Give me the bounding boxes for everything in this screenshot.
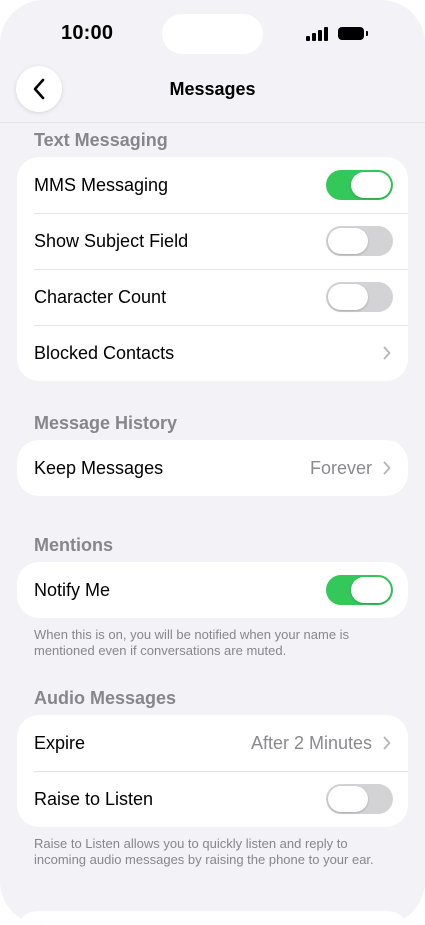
keep-messages-value: Forever — [309, 457, 372, 478]
battery-tip — [366, 31, 368, 36]
section-header-text-messaging: Text Messaging — [34, 130, 168, 150]
blocked-contacts-label: Blocked Contacts — [34, 342, 175, 363]
message-history-group: Keep Messages Forever — [17, 440, 408, 496]
mms-messaging-label: MMS Messaging — [34, 174, 169, 195]
audio-messages-footnote: Raise to Listen allows you to quickly li… — [34, 836, 374, 867]
mentions-footnote: When this is on, you will be notified wh… — [34, 627, 350, 658]
show-subject-field-toggle[interactable] — [326, 226, 393, 256]
toggle-knob — [328, 228, 368, 254]
expire-value: After 2 Minutes — [250, 732, 372, 753]
section-header-mentions: Mentions — [34, 535, 113, 555]
mentions-group: Notify Me — [17, 562, 408, 618]
notify-me-toggle[interactable] — [326, 575, 393, 605]
character-count-toggle[interactable] — [326, 282, 393, 312]
raise-to-listen-label: Raise to Listen — [34, 788, 154, 809]
battery-icon — [338, 27, 364, 40]
phone-screen: 10:00 Messages Text Messaging MMS Messag… — [0, 0, 425, 925]
notify-me-label: Notify Me — [34, 579, 111, 600]
cellular-signal-icon — [306, 27, 328, 41]
chevron-right-icon — [383, 736, 391, 750]
raise-to-listen-row: Raise to Listen — [17, 771, 408, 827]
page-title: Messages — [169, 79, 256, 99]
mms-messaging-toggle[interactable] — [326, 170, 393, 200]
chevron-right-icon — [383, 346, 391, 360]
text-messaging-group: MMS Messaging Show Subject Field Charact… — [17, 157, 408, 381]
status-time: 10:00 — [61, 22, 114, 44]
raise-to-listen-toggle[interactable] — [326, 784, 393, 814]
notify-me-row: Notify Me — [17, 562, 408, 618]
navigation-bar: Messages — [0, 60, 425, 123]
blocked-contacts-row[interactable]: Blocked Contacts — [17, 325, 408, 381]
toggle-knob — [351, 577, 391, 603]
section-header-message-history: Message History — [34, 413, 178, 433]
show-subject-field-row: Show Subject Field — [17, 213, 408, 269]
audio-messages-group: Expire After 2 Minutes Raise to Listen — [17, 715, 408, 827]
mms-messaging-row: MMS Messaging — [17, 157, 408, 213]
keep-messages-row[interactable]: Keep Messages Forever — [17, 440, 408, 496]
toggle-knob — [328, 786, 368, 812]
character-count-label: Character Count — [34, 286, 167, 307]
chevron-right-icon — [383, 461, 391, 475]
expire-row[interactable]: Expire After 2 Minutes — [17, 715, 408, 771]
section-header-audio-messages: Audio Messages — [34, 688, 177, 708]
dynamic-island — [162, 14, 263, 54]
keep-messages-label: Keep Messages — [34, 457, 164, 478]
toggle-knob — [328, 284, 368, 310]
character-count-row: Character Count — [17, 269, 408, 325]
expire-label: Expire — [34, 732, 86, 753]
toggle-knob — [351, 172, 391, 198]
next-settings-group — [17, 911, 408, 925]
show-subject-field-label: Show Subject Field — [34, 230, 189, 251]
